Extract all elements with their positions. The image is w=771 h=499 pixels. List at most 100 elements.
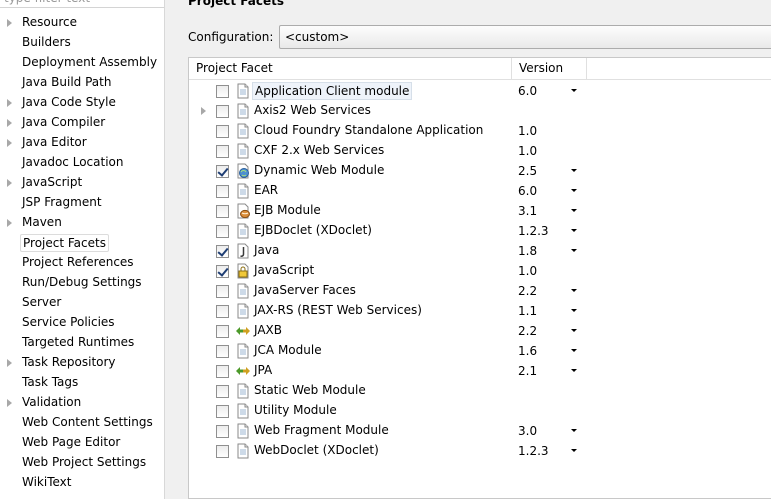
- facet-row-application-client-module[interactable]: Application Client module 6.0: [189, 81, 587, 101]
- version-dropdown-arrow-icon[interactable]: [571, 349, 577, 352]
- facet-version[interactable]: 6.0: [518, 82, 537, 100]
- facet-version[interactable]: 1.6: [518, 342, 537, 360]
- facet-row-ejbdoclet-xdoclet[interactable]: EJBDoclet (XDoclet) 1.2.3: [189, 221, 587, 241]
- nav-item-project-facets[interactable]: Project Facets: [0, 233, 164, 253]
- facet-version[interactable]: 3.0: [518, 422, 537, 440]
- facet-checkbox[interactable]: [216, 285, 229, 298]
- configuration-combo[interactable]: <custom>: [279, 25, 771, 49]
- facet-row-java[interactable]: Java 1.8: [189, 241, 587, 261]
- facet-version[interactable]: 2.2: [518, 282, 537, 300]
- nav-item-java-editor[interactable]: Java Editor: [0, 133, 164, 153]
- nav-item-builders[interactable]: Builders: [0, 33, 164, 53]
- column-header-project-facet[interactable]: Project Facet: [189, 58, 512, 79]
- nav-item-web-content-settings[interactable]: Web Content Settings: [0, 413, 164, 433]
- expand-arrow-icon[interactable]: [7, 19, 12, 27]
- nav-item-task-tags[interactable]: Task Tags: [0, 373, 164, 393]
- facet-checkbox[interactable]: [216, 205, 229, 218]
- facet-version[interactable]: 2.1: [518, 362, 537, 380]
- facet-row-axis2-web-services[interactable]: Axis2 Web Services: [189, 101, 587, 121]
- facet-row-static-web-module[interactable]: Static Web Module: [189, 381, 587, 401]
- facet-version[interactable]: 3.1: [518, 202, 537, 220]
- facet-row-dynamic-web-module[interactable]: Dynamic Web Module 2.5: [189, 161, 587, 181]
- version-dropdown-arrow-icon[interactable]: [571, 189, 577, 192]
- expand-arrow-icon[interactable]: [7, 399, 12, 407]
- nav-item-java-build-path[interactable]: Java Build Path: [0, 73, 164, 93]
- facet-row-web-fragment-module[interactable]: Web Fragment Module 3.0: [189, 421, 587, 441]
- facet-version[interactable]: 6.0: [518, 182, 537, 200]
- facet-checkbox[interactable]: [216, 325, 229, 338]
- expand-arrow-icon[interactable]: [7, 139, 12, 147]
- facet-version[interactable]: 1.8: [518, 242, 537, 260]
- expand-arrow-icon[interactable]: [7, 359, 12, 367]
- expand-arrow-icon[interactable]: [7, 179, 12, 187]
- nav-item-maven[interactable]: Maven: [0, 213, 164, 233]
- facet-row-jax-rs-rest-web-services[interactable]: JAX-RS (REST Web Services) 1.1: [189, 301, 587, 321]
- version-dropdown-arrow-icon[interactable]: [571, 169, 577, 172]
- expand-arrow-icon[interactable]: [7, 219, 12, 227]
- column-header-version[interactable]: Version: [512, 58, 587, 79]
- facet-version[interactable]: 1.2.3: [518, 442, 549, 460]
- version-dropdown-arrow-icon[interactable]: [571, 369, 577, 372]
- version-dropdown-arrow-icon[interactable]: [571, 89, 577, 92]
- facet-row-utility-module[interactable]: Utility Module: [189, 401, 587, 421]
- nav-item-deployment-assembly[interactable]: Deployment Assembly: [0, 53, 164, 73]
- facet-checkbox[interactable]: [216, 145, 229, 158]
- facet-version[interactable]: 2.5: [518, 162, 537, 180]
- nav-item-targeted-runtimes[interactable]: Targeted Runtimes: [0, 333, 164, 353]
- facet-row-jca-module[interactable]: JCA Module 1.6: [189, 341, 587, 361]
- facet-checkbox[interactable]: [216, 385, 229, 398]
- nav-item-task-repository[interactable]: Task Repository: [0, 353, 164, 373]
- version-dropdown-arrow-icon[interactable]: [571, 289, 577, 292]
- facet-checkbox[interactable]: [216, 265, 229, 278]
- facet-row-ejb-module[interactable]: EJB Module 3.1: [189, 201, 587, 221]
- facet-checkbox[interactable]: [216, 345, 229, 358]
- nav-item-run-debug-settings[interactable]: Run/Debug Settings: [0, 273, 164, 293]
- version-dropdown-arrow-icon[interactable]: [571, 449, 577, 452]
- expand-arrow-icon[interactable]: [201, 107, 206, 115]
- facet-checkbox[interactable]: [216, 305, 229, 318]
- nav-item-web-page-editor[interactable]: Web Page Editor: [0, 433, 164, 453]
- facet-checkbox[interactable]: [216, 245, 229, 258]
- nav-item-project-references[interactable]: Project References: [0, 253, 164, 273]
- nav-item-java-code-style[interactable]: Java Code Style: [0, 93, 164, 113]
- facet-checkbox[interactable]: [216, 185, 229, 198]
- nav-item-validation[interactable]: Validation: [0, 393, 164, 413]
- facet-version[interactable]: 2.2: [518, 322, 537, 340]
- facet-checkbox[interactable]: [216, 425, 229, 438]
- facet-row-cxf-2-x-web-services[interactable]: CXF 2.x Web Services 1.0: [189, 141, 587, 161]
- facet-checkbox[interactable]: [216, 105, 229, 118]
- filter-input[interactable]: type filter text: [0, 0, 164, 8]
- version-dropdown-arrow-icon[interactable]: [571, 329, 577, 332]
- nav-item-web-project-settings[interactable]: Web Project Settings: [0, 453, 164, 473]
- version-dropdown-arrow-icon[interactable]: [571, 429, 577, 432]
- nav-item-service-policies[interactable]: Service Policies: [0, 313, 164, 333]
- nav-item-jsp-fragment[interactable]: JSP Fragment: [0, 193, 164, 213]
- facet-version[interactable]: 1.1: [518, 302, 537, 320]
- nav-item-resource[interactable]: Resource: [0, 13, 164, 33]
- facet-row-jaxb[interactable]: JAXB 2.2: [189, 321, 587, 341]
- facet-checkbox[interactable]: [216, 405, 229, 418]
- version-dropdown-arrow-icon[interactable]: [571, 249, 577, 252]
- nav-item-wikitext[interactable]: WikiText: [0, 473, 164, 493]
- facet-checkbox[interactable]: [216, 225, 229, 238]
- expand-arrow-icon[interactable]: [7, 119, 12, 127]
- facet-row-javascript[interactable]: JavaScript 1.0: [189, 261, 587, 281]
- facet-checkbox[interactable]: [216, 165, 229, 178]
- nav-item-javadoc-location[interactable]: Javadoc Location: [0, 153, 164, 173]
- version-dropdown-arrow-icon[interactable]: [571, 229, 577, 232]
- facet-row-cloud-foundry-standalone-application[interactable]: Cloud Foundry Standalone Application 1.0: [189, 121, 587, 141]
- nav-item-server[interactable]: Server: [0, 293, 164, 313]
- expand-arrow-icon[interactable]: [7, 99, 12, 107]
- version-dropdown-arrow-icon[interactable]: [571, 209, 577, 212]
- facet-checkbox[interactable]: [216, 445, 229, 458]
- facet-checkbox[interactable]: [216, 365, 229, 378]
- facet-row-jpa[interactable]: JPA 2.1: [189, 361, 587, 381]
- facet-checkbox[interactable]: [216, 85, 229, 98]
- version-dropdown-arrow-icon[interactable]: [571, 309, 577, 312]
- facet-version[interactable]: 1.2.3: [518, 222, 549, 240]
- facet-row-ear[interactable]: EAR 6.0: [189, 181, 587, 201]
- nav-item-javascript[interactable]: JavaScript: [0, 173, 164, 193]
- facet-checkbox[interactable]: [216, 125, 229, 138]
- facet-row-webdoclet-xdoclet[interactable]: WebDoclet (XDoclet) 1.2.3: [189, 441, 587, 461]
- nav-item-java-compiler[interactable]: Java Compiler: [0, 113, 164, 133]
